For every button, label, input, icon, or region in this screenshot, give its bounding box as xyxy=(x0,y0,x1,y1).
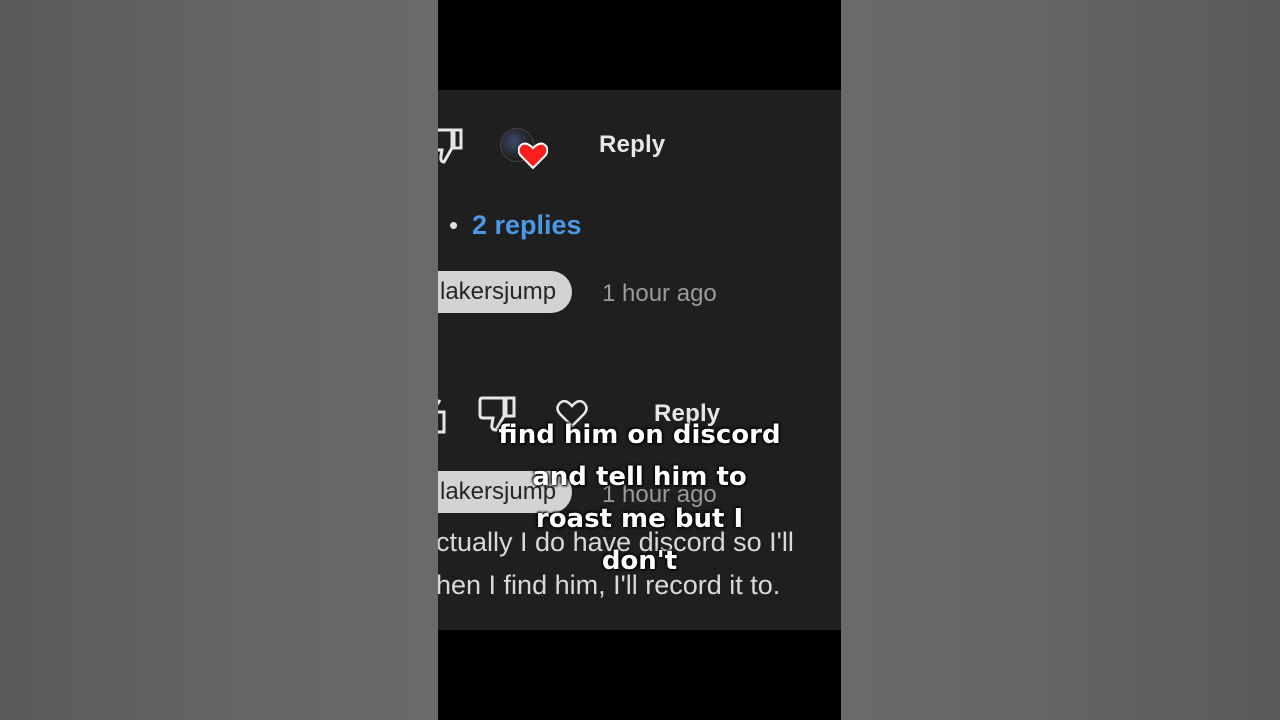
view-replies-link[interactable]: 2 replies xyxy=(472,210,582,241)
caption-line: find him on discord xyxy=(498,420,781,450)
username-chip[interactable]: lakersjump xyxy=(438,271,573,313)
caption-line: roast me but I xyxy=(535,504,744,534)
blurred-background-right xyxy=(841,0,1280,720)
blurred-background-left xyxy=(0,0,438,720)
dislike-icon[interactable] xyxy=(438,126,466,166)
video-frame: Reply • 2 replies lakersjump 1 hour ago … xyxy=(438,0,841,720)
reply-button[interactable]: Reply xyxy=(599,131,665,159)
heart-icon xyxy=(518,142,548,170)
caption-line: and tell him to xyxy=(532,462,747,492)
creator-heart-badge xyxy=(500,128,548,170)
timestamp: 1 hour ago xyxy=(602,280,717,307)
bullet: • xyxy=(449,210,459,240)
caption-line: don't xyxy=(601,546,678,576)
